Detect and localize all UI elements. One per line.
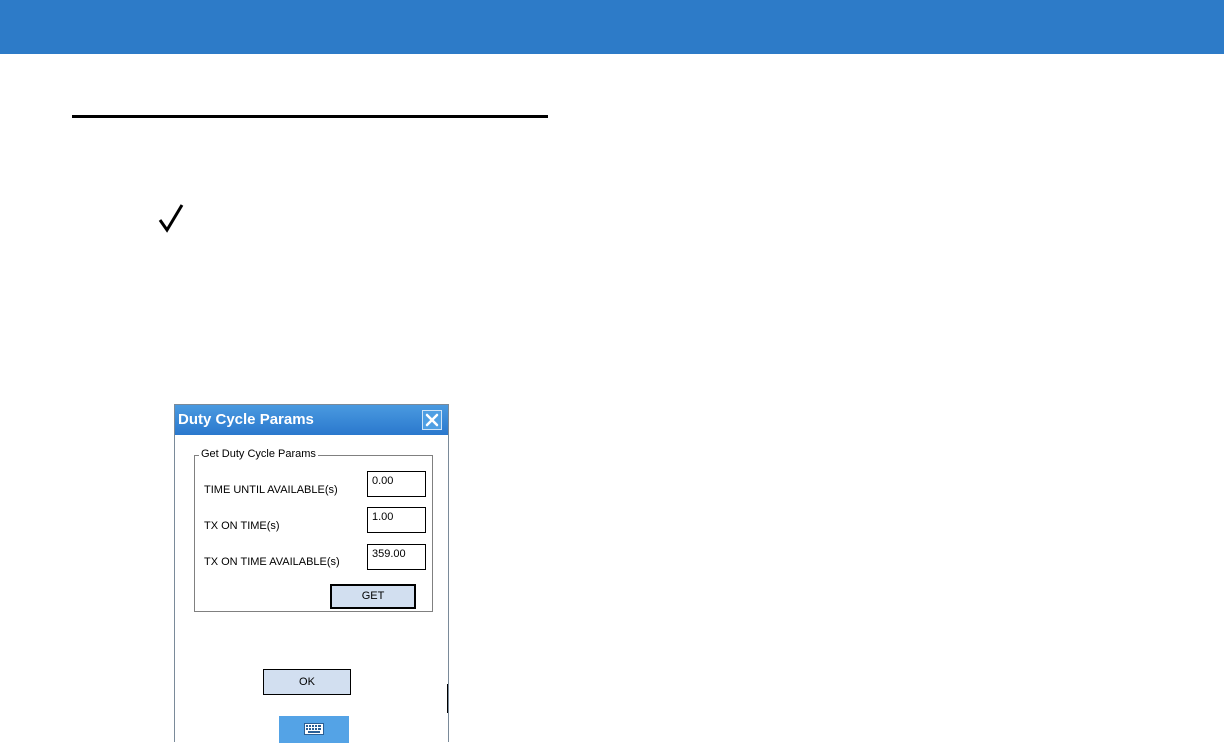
section-rule [72, 115, 548, 118]
dialog-titlebar: Duty Cycle Params [175, 405, 448, 435]
group-label: Get Duty Cycle Params [199, 448, 318, 460]
keyboard-button[interactable] [279, 716, 349, 743]
get-button[interactable]: GET [330, 584, 416, 609]
close-icon [425, 413, 439, 427]
ok-button[interactable]: OK [263, 669, 351, 695]
tx-on-time-field[interactable]: 1.00 [367, 507, 426, 533]
window-edge [447, 684, 448, 713]
duty-cycle-dialog: Duty Cycle Params Get Duty Cycle Params … [174, 404, 449, 743]
keyboard-icon [304, 723, 324, 735]
time-until-available-label: TIME UNTIL AVAILABLE(s) [204, 484, 338, 496]
dialog-title: Duty Cycle Params [178, 411, 314, 428]
time-until-available-field[interactable]: 0.00 [367, 471, 426, 497]
close-button[interactable] [422, 410, 442, 430]
tx-on-time-available-label: TX ON TIME AVAILABLE(s) [204, 556, 340, 568]
params-groupbox: Get Duty Cycle Params TIME UNTIL AVAILAB… [194, 448, 433, 612]
check-mark-icon [158, 204, 184, 233]
tx-on-time-label: TX ON TIME(s) [204, 520, 280, 532]
tx-on-time-available-field[interactable]: 359.00 [367, 544, 426, 570]
header-bar [0, 0, 1224, 54]
